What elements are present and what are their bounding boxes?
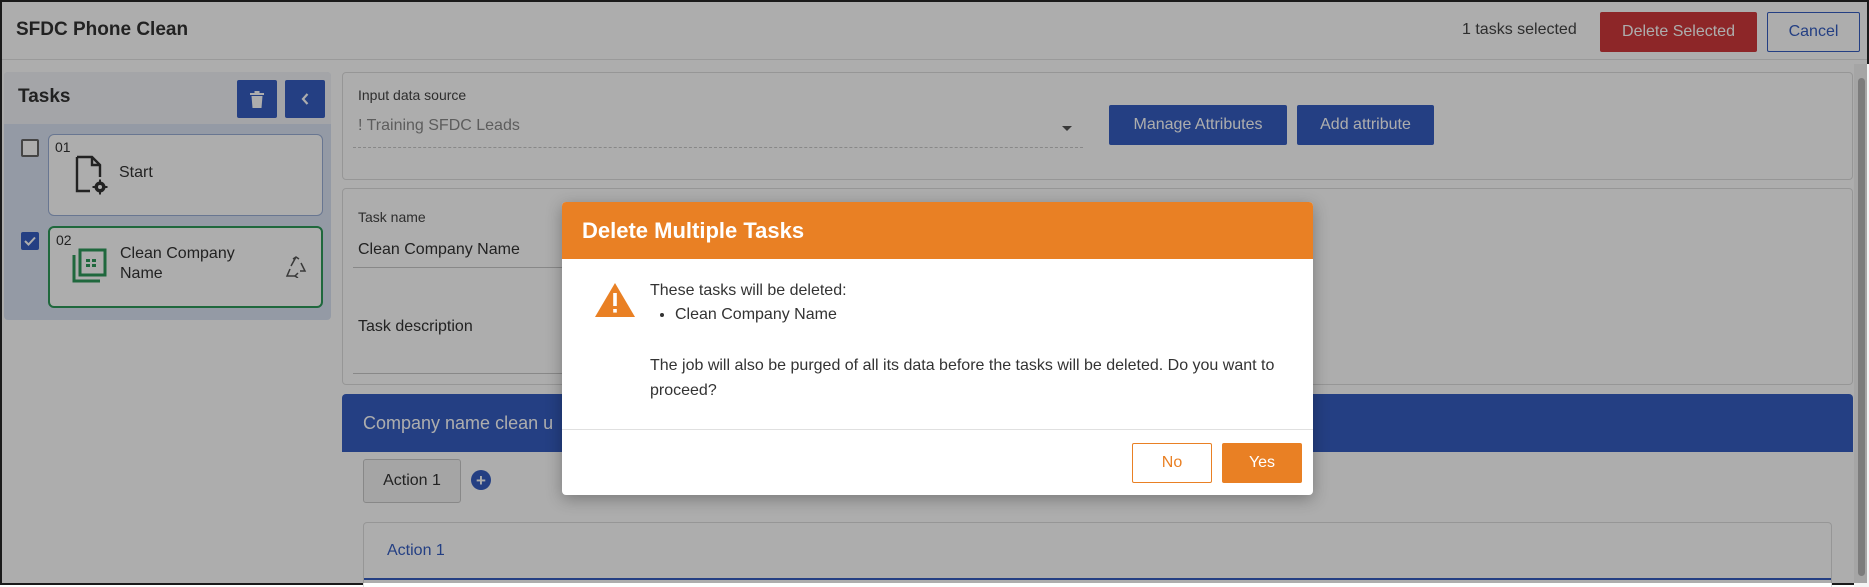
dialog-intro-text: These tasks will be deleted: — [650, 282, 847, 299]
no-button[interactable]: No — [1132, 443, 1212, 483]
dialog-title: Delete Multiple Tasks — [582, 218, 805, 243]
yes-button[interactable]: Yes — [1222, 443, 1302, 483]
dialog-task-list: Clean Company Name — [650, 306, 837, 324]
dialog-divider — [562, 429, 1313, 430]
app-root: SFDC Phone Clean 1 tasks selected Delete… — [2, 2, 1869, 587]
dialog-header: Delete Multiple Tasks — [562, 202, 1313, 259]
dialog-task-list-item: Clean Company Name — [675, 306, 837, 324]
dialog-message: The job will also be purged of all its d… — [650, 357, 1275, 399]
warning-icon — [595, 283, 635, 317]
delete-tasks-dialog: Delete Multiple Tasks These tasks will b… — [562, 202, 1313, 495]
